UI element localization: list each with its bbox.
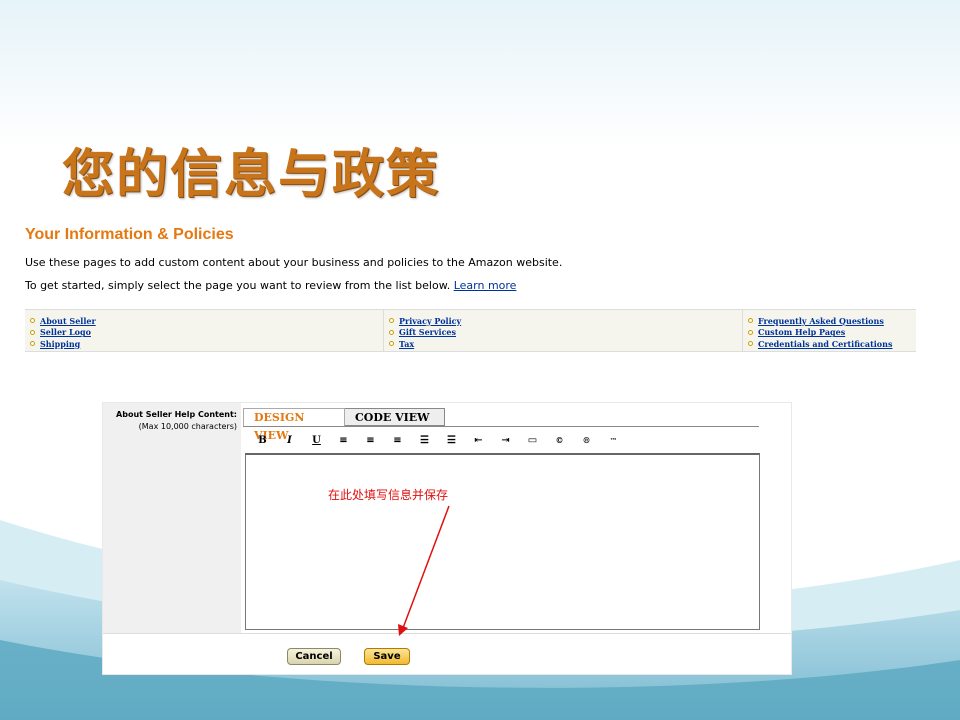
content-editor[interactable] xyxy=(245,453,760,630)
link-tax[interactable]: Tax xyxy=(389,338,461,350)
link-credentials[interactable]: Credentials and Certifications xyxy=(748,338,892,350)
registered-icon[interactable]: ® xyxy=(573,435,600,445)
bold-icon[interactable]: B xyxy=(249,435,276,446)
copyright-icon[interactable]: © xyxy=(546,435,573,445)
bullet-icon xyxy=(748,318,753,324)
policies-intro: Use these pages to add custom content ab… xyxy=(25,256,563,269)
bullet-icon xyxy=(748,341,753,347)
footer-divider xyxy=(103,633,791,634)
slide-title: 您的信息与政策 xyxy=(62,145,441,205)
bullet-icon xyxy=(389,341,394,347)
align-right-icon[interactable]: ≡ xyxy=(384,435,411,446)
bullet-icon xyxy=(30,329,35,335)
outdent-icon[interactable]: ⇤ xyxy=(465,435,492,446)
indent-icon[interactable]: ⇥ xyxy=(492,435,519,446)
italic-icon[interactable]: I xyxy=(276,435,303,446)
bullet-icon xyxy=(748,329,753,335)
save-button[interactable]: Save xyxy=(364,648,410,665)
learn-more-link[interactable]: Learn more xyxy=(454,279,517,292)
bullet-icon xyxy=(30,341,35,347)
bullet-icon xyxy=(30,318,35,324)
field-label-title: About Seller Help Content: xyxy=(116,410,237,419)
column-divider xyxy=(383,310,384,351)
cancel-button[interactable]: Cancel xyxy=(287,648,341,665)
link-privacy-policy[interactable]: Privacy Policy xyxy=(389,315,461,327)
tab-code-view[interactable]: CODE VIEW xyxy=(345,408,445,426)
link-shipping[interactable]: Shipping xyxy=(30,338,96,350)
editor-panel: About Seller Help Content: (Max 10,000 c… xyxy=(102,402,792,675)
links-column-2: Privacy Policy Gift Services Tax xyxy=(389,315,461,350)
table-icon[interactable]: ▭ xyxy=(519,435,546,446)
trademark-icon[interactable]: ™ xyxy=(600,436,627,445)
bullet-icon xyxy=(389,329,394,335)
field-label-panel: About Seller Help Content: (Max 10,000 c… xyxy=(103,403,241,633)
editor-toolbar: B I U ≡ ≡ ≡ ☰ ☰ ⇤ ⇥ ▭ © ® ™ xyxy=(249,431,627,449)
annotation-text: 在此处填写信息并保存 xyxy=(328,488,449,502)
field-label-note: (Max 10,000 characters) xyxy=(138,422,237,431)
column-divider xyxy=(742,310,743,351)
field-label: About Seller Help Content: (Max 10,000 c… xyxy=(116,409,237,433)
tab-design-view[interactable]: DESIGN VIEW xyxy=(243,408,345,442)
policies-instruction: To get started, simply select the page y… xyxy=(25,279,516,292)
underline-icon[interactable]: U xyxy=(303,435,330,446)
policy-links-box: About Seller Seller Logo Shipping Privac… xyxy=(25,309,916,352)
align-left-icon[interactable]: ≡ xyxy=(330,435,357,446)
instruction-text: To get started, simply select the page y… xyxy=(25,279,451,292)
link-seller-logo[interactable]: Seller Logo xyxy=(30,327,96,339)
bullet-icon xyxy=(389,318,394,324)
link-gift-services[interactable]: Gift Services xyxy=(389,327,461,339)
tab-underline xyxy=(243,426,759,427)
ordered-list-icon[interactable]: ☰ xyxy=(411,435,438,446)
align-center-icon[interactable]: ≡ xyxy=(357,435,384,446)
view-tabs: DESIGN VIEW CODE VIEW xyxy=(243,407,763,442)
links-column-3: Frequently Asked Questions Custom Help P… xyxy=(748,315,892,350)
link-faq[interactable]: Frequently Asked Questions xyxy=(748,315,892,327)
unordered-list-icon[interactable]: ☰ xyxy=(438,435,465,446)
link-custom-help-pages[interactable]: Custom Help Pages xyxy=(748,327,892,339)
link-about-seller[interactable]: About Seller xyxy=(30,315,96,327)
policies-panel: Your Information & Policies Use these pa… xyxy=(18,209,916,375)
links-column-1: About Seller Seller Logo Shipping xyxy=(30,315,96,350)
policies-heading: Your Information & Policies xyxy=(25,226,234,243)
